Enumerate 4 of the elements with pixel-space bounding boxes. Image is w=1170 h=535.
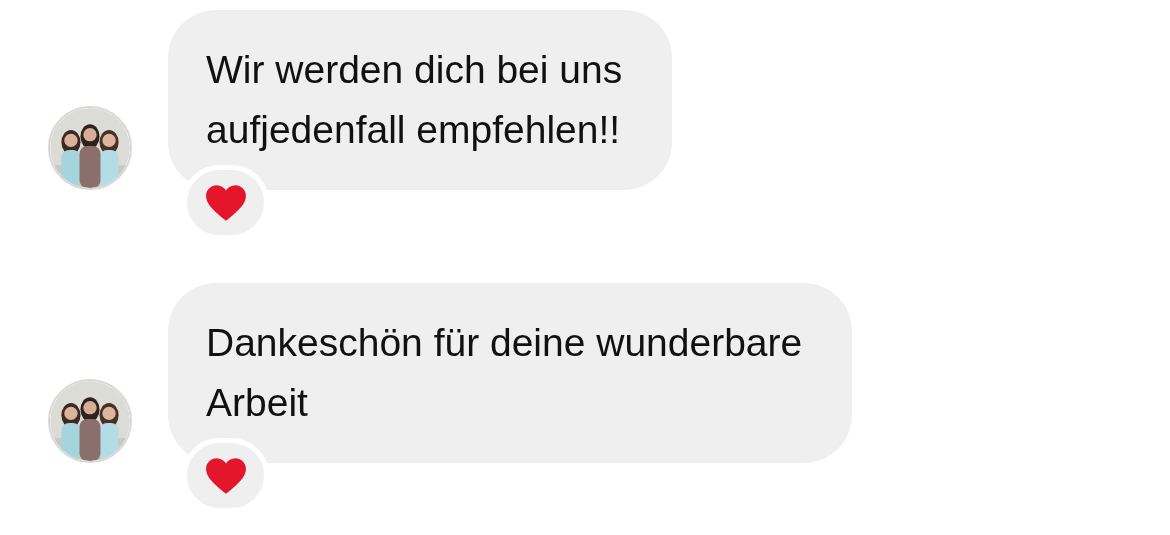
heart-icon: [204, 183, 247, 222]
heart-icon: [204, 456, 247, 495]
message-text: Wir werden dich bei uns aufjedenfall empfehlen!!: [206, 48, 623, 151]
message-text: Dankeschön für deine wunderbare Arbeit: [206, 321, 803, 424]
